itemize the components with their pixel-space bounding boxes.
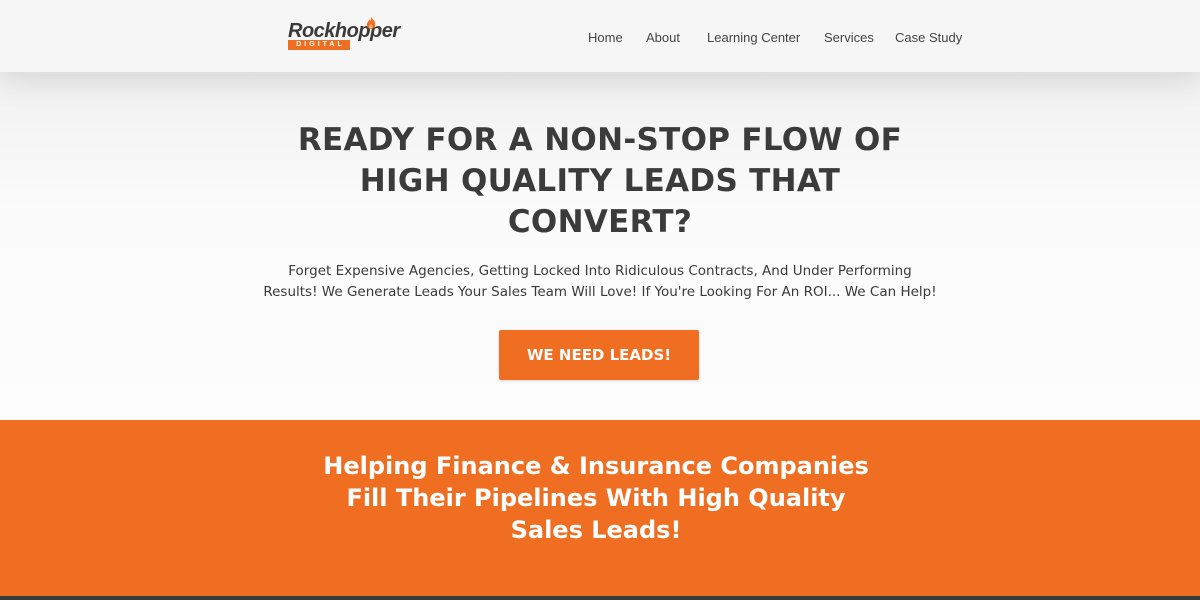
logo-subtitle: DIGITAL — [288, 40, 350, 50]
logo-wordmark: Rockhopper — [288, 20, 400, 42]
flame-icon — [366, 17, 376, 29]
hero-headline-line: READY FOR A NON-STOP FLOW OF — [297, 122, 903, 158]
hero-subtext: Forget Expensive Agencies, Getting Locke… — [220, 261, 980, 303]
we-need-leads-button[interactable]: WE NEED LEADS! — [499, 330, 699, 380]
nav-learning-center[interactable]: Learning Center — [707, 30, 800, 46]
hero-headline: READY FOR A NON-STOP FLOW OF HIGH QUALIT… — [250, 120, 950, 243]
site-logo[interactable]: Rockhopper DIGITAL — [288, 16, 408, 54]
nav-about[interactable]: About — [646, 30, 680, 46]
nav-case-study[interactable]: Case Study — [895, 30, 962, 46]
banner-heading: Helping Finance & Insurance Companies Fi… — [296, 450, 896, 546]
hero-subtext-line: Results! We Generate Leads Your Sales Te… — [263, 284, 937, 300]
banner-heading-line: Fill Their Pipelines With High Quality — [346, 484, 846, 512]
hero-headline-line: HIGH QUALITY LEADS THAT — [359, 163, 841, 199]
nav-home[interactable]: Home — [588, 30, 623, 46]
banner-heading-line: Sales Leads! — [510, 516, 682, 544]
nav-services[interactable]: Services — [824, 30, 874, 46]
bottom-divider — [0, 596, 1200, 600]
hero-headline-line: CONVERT? — [507, 204, 693, 240]
hero-subtext-line: Forget Expensive Agencies, Getting Locke… — [288, 263, 912, 279]
banner-heading-line: Helping Finance & Insurance Companies — [323, 452, 869, 480]
site-header: Rockhopper DIGITAL Home About Learning C… — [0, 0, 1200, 72]
